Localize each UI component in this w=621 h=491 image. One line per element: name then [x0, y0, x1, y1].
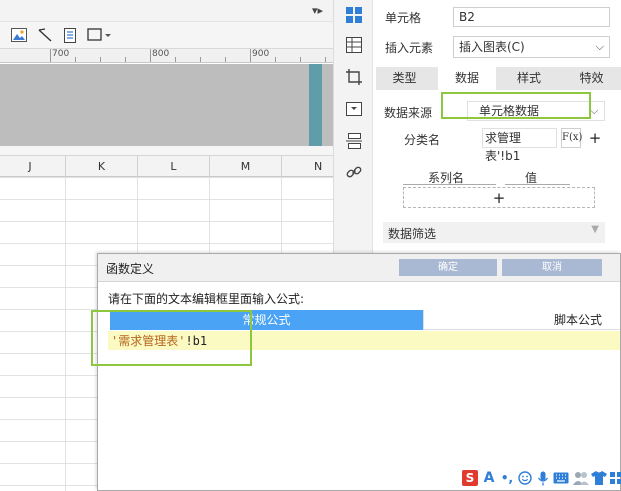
sheet-top-toolbar: ▾▸: [0, 0, 333, 22]
column-header[interactable]: M: [210, 156, 282, 177]
insert-element-select[interactable]: 插入图表(C) ⌵: [453, 36, 610, 58]
highlight-datasource: [441, 92, 591, 119]
sogou-logo-icon[interactable]: S: [462, 470, 478, 486]
horizontal-ruler: 700 800 900: [0, 49, 333, 63]
tab-effects[interactable]: 特效: [562, 67, 621, 90]
data-filter-section[interactable]: 数据筛选 ▼: [383, 222, 605, 243]
report-canvas-area: [0, 64, 333, 146]
dialog-cancel-button[interactable]: 取消: [502, 259, 602, 276]
mic-icon[interactable]: [535, 470, 551, 486]
property-tabs: 类型 数据 样式 特效: [376, 67, 621, 90]
function-definition-dialog: 函数定义 确定 取消 请在下面的文本编辑框里面输入公式: 常规公式 脚本公式 '…: [91, 253, 621, 491]
punct-icon[interactable]: •,: [499, 470, 515, 486]
chevron-down-icon: ⌵: [595, 40, 604, 53]
text-icon[interactable]: A: [481, 470, 497, 486]
cell-input[interactable]: B2: [453, 7, 610, 27]
cell-label: 单元格: [385, 11, 422, 25]
column-header[interactable]: L: [138, 156, 210, 177]
datasource-label: 数据来源: [384, 106, 433, 120]
emoji-icon[interactable]: [517, 470, 533, 486]
table-icon[interactable]: [344, 35, 364, 55]
dialog-title: 函数定义: [106, 262, 155, 276]
insert-element-value: 插入图表(C): [459, 40, 525, 54]
line-icon[interactable]: [36, 26, 54, 44]
layout-icon[interactable]: [344, 131, 364, 151]
dialog-title-bar[interactable]: 函数定义 确定 取消: [98, 254, 620, 282]
formula-button[interactable]: F(x): [561, 128, 582, 148]
tab-data[interactable]: 数据: [438, 67, 496, 90]
shirt-icon[interactable]: [591, 470, 607, 486]
dialog-instruction: 请在下面的文本编辑框里面输入公式:: [108, 292, 305, 306]
cell-properties-icon[interactable]: [344, 5, 364, 25]
grid-icon[interactable]: [608, 470, 621, 486]
image-icon[interactable]: [10, 26, 28, 44]
column-header-row: J K L M N: [0, 156, 354, 177]
ruler-tick-label: 900: [252, 49, 270, 59]
column-header[interactable]: J: [0, 156, 66, 177]
ime-toolbar: S A •,: [462, 468, 621, 490]
add-series-button[interactable]: +: [403, 187, 595, 208]
crop-icon[interactable]: [344, 67, 364, 87]
data-filter-label: 数据筛选: [388, 227, 437, 241]
dropdown-widget-icon[interactable]: [344, 99, 364, 119]
document-icon[interactable]: [61, 26, 79, 44]
chevron-down-icon[interactable]: ⌵: [590, 104, 598, 118]
category-name-input[interactable]: 求管理表'!b1: [482, 128, 557, 163]
add-category-icon[interactable]: +: [587, 130, 603, 146]
category-name-label: 分类名: [404, 133, 441, 147]
dialog-ok-button[interactable]: 确定: [399, 259, 497, 276]
ruler-tick-label: 700: [52, 49, 70, 59]
highlight-formula: [91, 310, 252, 366]
hyperlink-icon[interactable]: [344, 162, 364, 182]
sheet-separator: [0, 146, 333, 156]
chevron-down-icon: ▼: [591, 224, 599, 235]
ruler-tick-label: 800: [152, 49, 170, 59]
menu-dropdown-icon[interactable]: ▾▸: [312, 4, 323, 17]
tab-script-formula[interactable]: 脚本公式: [423, 310, 620, 330]
keyboard-icon[interactable]: [553, 470, 569, 486]
add-series-icon: +: [492, 189, 506, 207]
formula-editor-area[interactable]: [108, 350, 620, 465]
insert-element-label: 插入元素: [385, 41, 434, 55]
users-icon[interactable]: [573, 470, 589, 486]
sheet-insert-toolbar: [0, 22, 333, 49]
tab-style[interactable]: 样式: [500, 67, 558, 90]
column-header[interactable]: K: [66, 156, 138, 177]
tab-type[interactable]: 类型: [376, 67, 433, 90]
page-boundary-marker: [309, 64, 322, 146]
rectangle-icon[interactable]: [86, 26, 112, 44]
